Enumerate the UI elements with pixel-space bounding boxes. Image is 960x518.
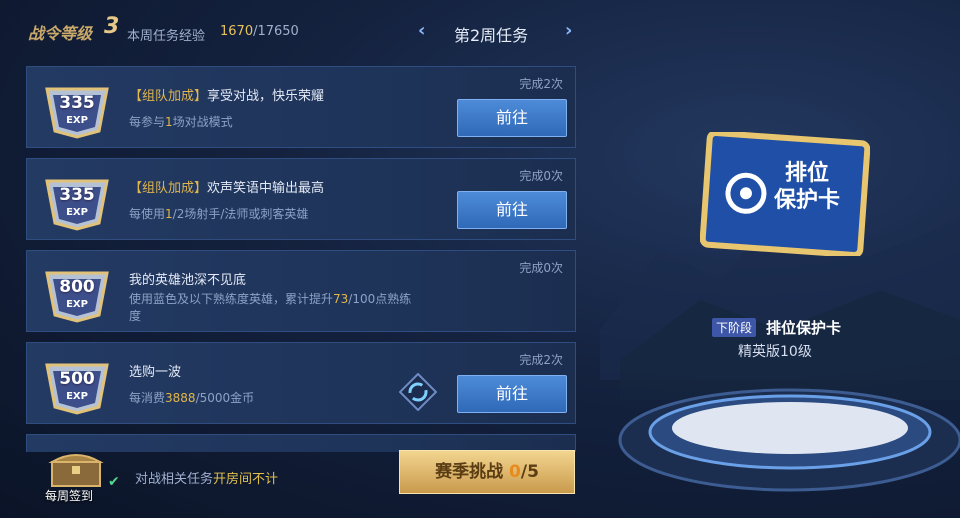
rank-protection-card-icon: 排位 保护卡 [699, 130, 871, 258]
desc-text: 使用蓝色及以下熟练度英雄，累计提升 [129, 292, 334, 306]
team-bonus-tag: 【组队加成】 [129, 89, 208, 104]
exp-unit: EXP [66, 391, 88, 402]
go-button[interactable]: 前往 [457, 99, 567, 137]
exp-current: 1670 [220, 24, 254, 39]
exp-badge-icon: 800 EXP [39, 263, 115, 323]
exp-unit: EXP [66, 207, 88, 218]
exp-badge-icon: 500 EXP [39, 355, 115, 415]
task-title: 【组队加成】享受对战，快乐荣耀 [129, 85, 324, 104]
pedestal [618, 388, 960, 492]
task-description: 每消费3888/5000金币 [129, 389, 254, 406]
task-card: 800 EXP 我的英雄池深不见底 使用蓝色及以下熟练度英雄，累计提升73/10… [26, 250, 576, 332]
season-challenge-label: 赛季挑战 [435, 462, 510, 482]
bottom-bar: 每周签到 ✔ 对战相关任务开房间不计 赛季挑战 0/5 [0, 450, 600, 518]
completion-status: 完成2次 [519, 77, 563, 91]
next-stage-tag: 下阶段 [712, 318, 757, 337]
desc-text: 每参与 [129, 115, 166, 129]
task-list[interactable]: 335 EXP 【组队加成】享受对战，快乐荣耀 每参与1场对战模式 完成2次 前… [26, 66, 576, 452]
reward-level: 精英版10级 [738, 344, 812, 360]
task-title-text: 享受对战，快乐荣耀 [207, 89, 325, 104]
exp-unit: EXP [66, 115, 88, 126]
card-text-line: 排位 [784, 161, 829, 186]
task-title-text: 我的英雄池深不见底 [129, 273, 247, 288]
task-card: 335 EXP 【组队加成】欢声笑语中输出最高 每使用1/2场射手/法师或刺客英… [26, 158, 576, 240]
notice-warning: 开房间不计 [213, 472, 279, 487]
task-description: 使用蓝色及以下熟练度英雄，累计提升73/100点熟练度 [129, 291, 419, 325]
exp-amount: 800 [59, 277, 95, 297]
desc-text: /2场射手/法师或刺客英雄 [172, 207, 309, 221]
pass-level-value: 3 [104, 14, 120, 39]
header: 战令等级 3 本周任务经验 1670/17650 ‹ 第2周任务 › [0, 0, 600, 62]
go-button[interactable]: 前往 [457, 375, 567, 413]
task-title: 选购一波 [129, 361, 181, 380]
reward-name: 排位保护卡 [766, 319, 842, 337]
desc-highlight: 1 [165, 207, 173, 221]
chevron-right-icon[interactable]: › [565, 20, 572, 41]
card-text-line: 保护卡 [773, 188, 840, 213]
desc-text: 场对战模式 [172, 115, 233, 129]
season-total: /5 [520, 462, 539, 482]
team-bonus-tag: 【组队加成】 [129, 181, 208, 196]
completion-status: 完成2次 [519, 353, 563, 367]
reward-card-text: 排位 保护卡 [762, 160, 852, 214]
weekly-exp-label: 本周任务经验 [127, 29, 206, 44]
task-title: 【组队加成】欢声笑语中输出最高 [129, 177, 324, 196]
task-card: 500 EXP 选购一波 每消费3888/5000金币 完成2次 前往 [26, 342, 576, 424]
exp-badge-icon: 335 EXP [39, 79, 115, 139]
pass-level-label: 战令等级 [28, 24, 93, 43]
desc-highlight: 3888 [165, 391, 196, 405]
task-description: 每使用1/2场射手/法师或刺客英雄 [129, 205, 308, 222]
weekly-checkin-chest-icon[interactable] [44, 448, 108, 488]
weekly-exp-value: 1670/17650 [220, 24, 299, 39]
desc-text: /5000金币 [195, 391, 255, 405]
exp-total: /17650 [253, 24, 299, 39]
season-challenge-button[interactable]: 赛季挑战 0/5 [399, 450, 575, 494]
desc-text: 每消费 [129, 391, 166, 405]
task-title: 我的英雄池深不见底 [129, 269, 246, 288]
desc-highlight: 73 [333, 292, 349, 306]
exp-amount: 335 [59, 185, 95, 205]
completion-status: 完成0次 [519, 169, 563, 183]
desc-highlight: 1 [165, 115, 173, 129]
season-progress: 0 [509, 462, 521, 482]
checkmark-icon: ✔ [108, 474, 120, 490]
go-button[interactable]: 前往 [457, 191, 567, 229]
task-description: 每参与1场对战模式 [129, 113, 233, 130]
notice-text: 对战相关任务 [135, 472, 214, 487]
exp-amount: 335 [59, 93, 95, 113]
task-title-text: 选购一波 [129, 365, 182, 380]
exp-unit: EXP [66, 299, 88, 310]
task-card: 335 EXP 【组队加成】享受对战，快乐荣耀 每参与1场对战模式 完成2次 前… [26, 66, 576, 148]
task-notice: 对战相关任务开房间不计 [135, 468, 278, 487]
chevron-left-icon[interactable]: ‹ [418, 20, 425, 41]
exp-badge-icon: 335 EXP [39, 171, 115, 231]
weekly-checkin-label: 每周签到 [45, 489, 94, 503]
refresh-icon[interactable] [398, 372, 438, 412]
completion-status: 完成0次 [519, 261, 563, 275]
desc-text: 每使用 [129, 207, 166, 221]
week-title: 第2周任务 [454, 26, 529, 45]
task-title-text: 欢声笑语中输出最高 [207, 181, 325, 196]
exp-amount: 500 [59, 369, 95, 389]
